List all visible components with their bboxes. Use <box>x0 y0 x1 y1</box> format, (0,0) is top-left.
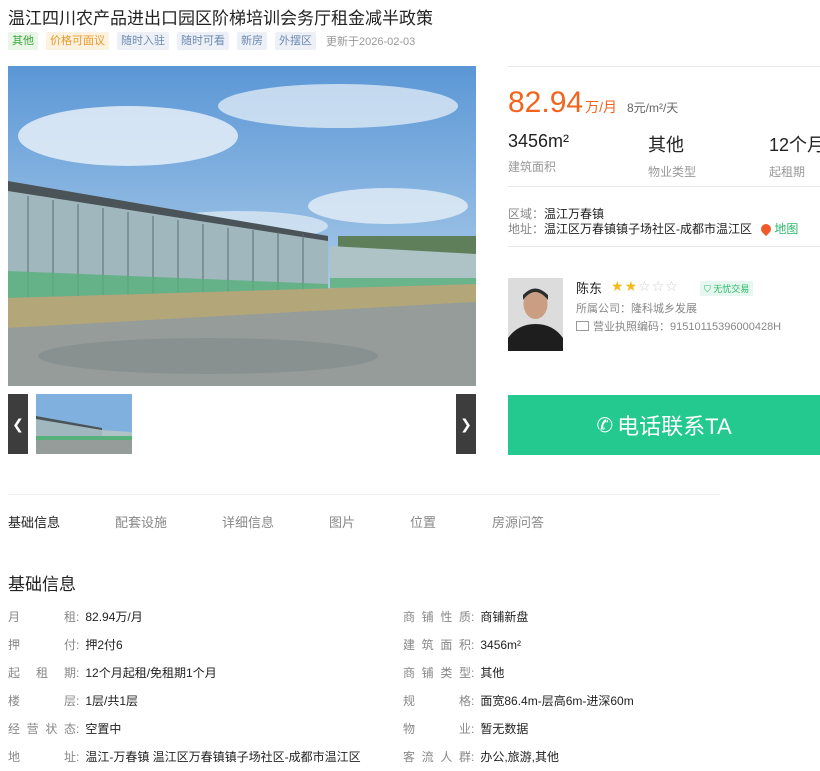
thumbnail-image[interactable] <box>36 394 132 454</box>
stat-min-lease: 12个月 起租期 <box>769 135 820 179</box>
tab-basic-info[interactable]: 基础信息 <box>8 512 60 531</box>
agent-avatar[interactable] <box>508 278 563 351</box>
listing-title: 温江四川农产品进出口园区阶梯培训会务厅租金减半政策 <box>8 9 433 28</box>
thumbnail-strip: ❮ ❯ <box>8 394 476 454</box>
info-row: 经营状态: 空置中 <box>8 722 122 736</box>
tag: 价格可面议 <box>46 32 109 50</box>
info-row: 押付: 押2付6 <box>8 638 123 652</box>
next-arrow-icon[interactable]: ❯ <box>456 394 476 454</box>
price-block: 82.94 万/月 8元/m²/天 <box>508 86 678 120</box>
rent-price: 82.94 <box>508 86 584 119</box>
agent-license: 营业执照编码：91510115396000428H <box>576 318 781 334</box>
region-link[interactable]: 温江万春镇 <box>544 207 604 221</box>
tab-details[interactable]: 详细信息 <box>222 512 274 531</box>
agent-rating: ★★☆☆☆ <box>611 278 679 295</box>
stat-property-type: 其他 物业类型 <box>648 135 697 179</box>
tag-list: 其他 价格可面议 随时入驻 随时可看 新房 外摆区 更新于2026-02-03 <box>8 32 415 50</box>
tag: 随时可看 <box>177 32 229 50</box>
star-empty-icon: ☆ <box>665 278 679 294</box>
tab-facilities[interactable]: 配套设施 <box>115 512 167 531</box>
main-photo[interactable] <box>8 66 476 386</box>
info-row: 楼层: 1层/共1层 <box>8 694 139 708</box>
info-row: 月租: 82.94万/月 <box>8 610 143 624</box>
phone-icon: ✆ <box>596 414 614 437</box>
location-pin-icon <box>759 221 774 237</box>
agent-name[interactable]: 陈东 <box>576 278 602 297</box>
tab-qa[interactable]: 房源问答 <box>492 512 544 531</box>
divider <box>508 246 820 247</box>
star-empty-icon: ☆ <box>638 278 652 294</box>
info-row: 起租期: 12个月起租/免租期1个月 <box>8 666 217 680</box>
info-row: 规格: 面宽86.4m-层高6m-进深60m <box>403 694 634 708</box>
unit-price: 8元/m²/天 <box>626 101 679 115</box>
call-button[interactable]: ✆ 电话联系TA <box>508 395 820 455</box>
updated-date: 更新于2026-02-03 <box>326 36 416 48</box>
tag: 外摆区 <box>275 32 316 50</box>
tag: 其他 <box>8 32 38 50</box>
address-line: 地址：温江区万春镇镇子场社区-成都市温江区 地图 <box>508 221 799 237</box>
tab-location[interactable]: 位置 <box>410 512 436 531</box>
info-row: 商铺性质: 商铺新盘 <box>403 610 529 624</box>
section-title: 基础信息 <box>8 575 76 594</box>
divider <box>508 186 820 187</box>
prev-arrow-icon[interactable]: ❮ <box>8 394 28 454</box>
tab-photos[interactable]: 图片 <box>329 512 355 531</box>
info-row: 商铺类型: 其他 <box>403 666 505 680</box>
star-empty-icon: ☆ <box>651 278 666 294</box>
star-filled-icon: ★ <box>611 278 625 294</box>
divider <box>508 66 820 67</box>
info-row: 建筑面积: 3456m² <box>403 638 522 652</box>
rent-price-unit: 万/月 <box>585 99 617 115</box>
info-row: 地址: 温江-万春镇 温江区万春镇镇子场社区-成都市温江区 <box>8 750 361 764</box>
divider <box>8 494 720 495</box>
info-row: 物业: 暂无数据 <box>403 722 529 736</box>
star-filled-icon: ★ <box>624 278 639 294</box>
trust-badge: ⛉ 无忧交易 <box>700 281 754 296</box>
tag: 随时入驻 <box>117 32 169 50</box>
map-link[interactable]: 地图 <box>759 221 798 237</box>
agent-company: 所属公司：隆科城乡发展 <box>576 303 697 315</box>
license-icon <box>576 321 589 331</box>
info-row: 客流人群: 办公,旅游,其他 <box>403 750 560 764</box>
tag: 新房 <box>237 32 267 50</box>
stat-area: 3456m² 建筑面积 <box>508 131 570 174</box>
address-text: 温江区万春镇镇子场社区-成都市温江区 <box>544 222 753 236</box>
